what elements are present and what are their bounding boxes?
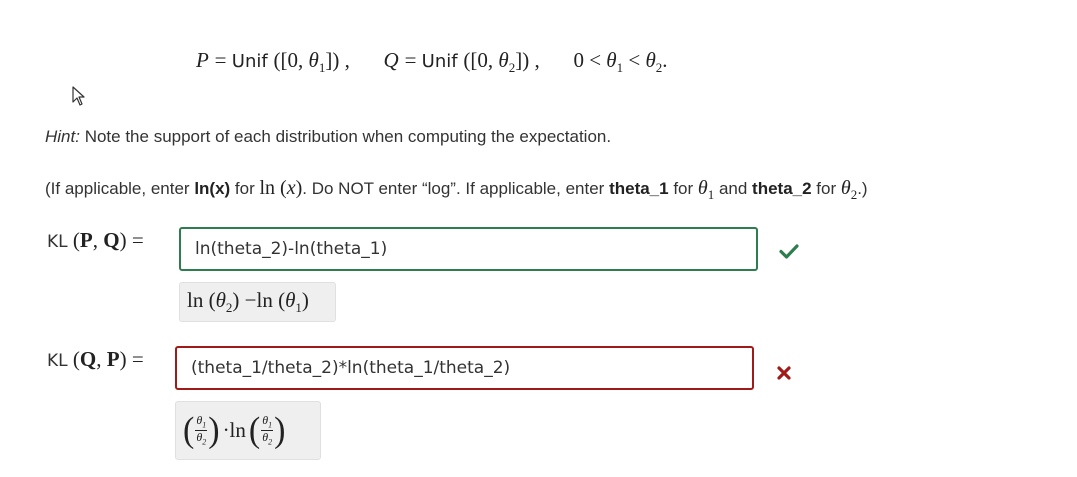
checkmark-icon	[779, 244, 799, 259]
instruction-part7: .)	[857, 179, 868, 198]
kl-pq-label: KL (P, Q) =	[47, 228, 144, 252]
instruction-part1: (If applicable, enter	[45, 179, 195, 198]
ln-entry-hint: ln(x)	[194, 179, 231, 198]
instruction-part3: . Do NOT enter “log”. If applicable, ent…	[302, 179, 610, 198]
q-symbol: Q	[383, 48, 399, 72]
unif-label-p: Unif	[231, 51, 268, 72]
distribution-definition: P = Unif ([0, θ1]) , Q = Unif ([0, θ2]) …	[196, 48, 668, 76]
theta1-entry-hint: theta_1	[609, 179, 669, 198]
kl-qp-input-value: (theta_1/theta_2)*ln(theta_1/theta_2)	[191, 358, 511, 378]
kl-word: KL	[47, 232, 68, 252]
unif-label-q: Unif	[421, 51, 458, 72]
kl-pq-input[interactable]: ln(theta_2)-ln(theta_1)	[179, 227, 758, 271]
instruction-part2: for	[230, 179, 260, 198]
kl-qp-label: KL (Q, P) =	[47, 347, 144, 371]
hint-body: Note the support of each distribution wh…	[84, 127, 612, 146]
kl-qp-input[interactable]: (theta_1/theta_2)*ln(theta_1/theta_2)	[175, 346, 754, 390]
instruction-part6: for	[811, 179, 841, 198]
zero-bound: 0	[573, 48, 584, 72]
instruction-part4: for	[668, 179, 698, 198]
theta2-entry-hint: theta_2	[752, 179, 812, 198]
theta2-math: θ2	[840, 177, 858, 202]
hint-prefix: Hint:	[45, 127, 80, 146]
theta1-math: θ1	[697, 177, 715, 202]
x-mark-icon	[777, 366, 791, 380]
kl-pq-input-value: ln(theta_2)-ln(theta_1)	[195, 239, 388, 259]
kl-qp-preview: ( θ1 θ2 ) ·ln ( θ1 θ2 )	[175, 401, 321, 460]
p-symbol: P	[196, 48, 209, 72]
ln-x-math: ln (x)	[259, 177, 303, 199]
instruction-part5: and	[714, 179, 753, 198]
mouse-pointer-icon	[72, 86, 85, 106]
hint-text: Hint: Note the support of each distribut…	[45, 127, 611, 147]
input-instructions: (If applicable, enter ln(x) for ln (x). …	[45, 177, 868, 203]
kl-word: KL	[47, 351, 68, 371]
kl-pq-preview: ln (θ2) −ln (θ1)	[179, 282, 336, 322]
